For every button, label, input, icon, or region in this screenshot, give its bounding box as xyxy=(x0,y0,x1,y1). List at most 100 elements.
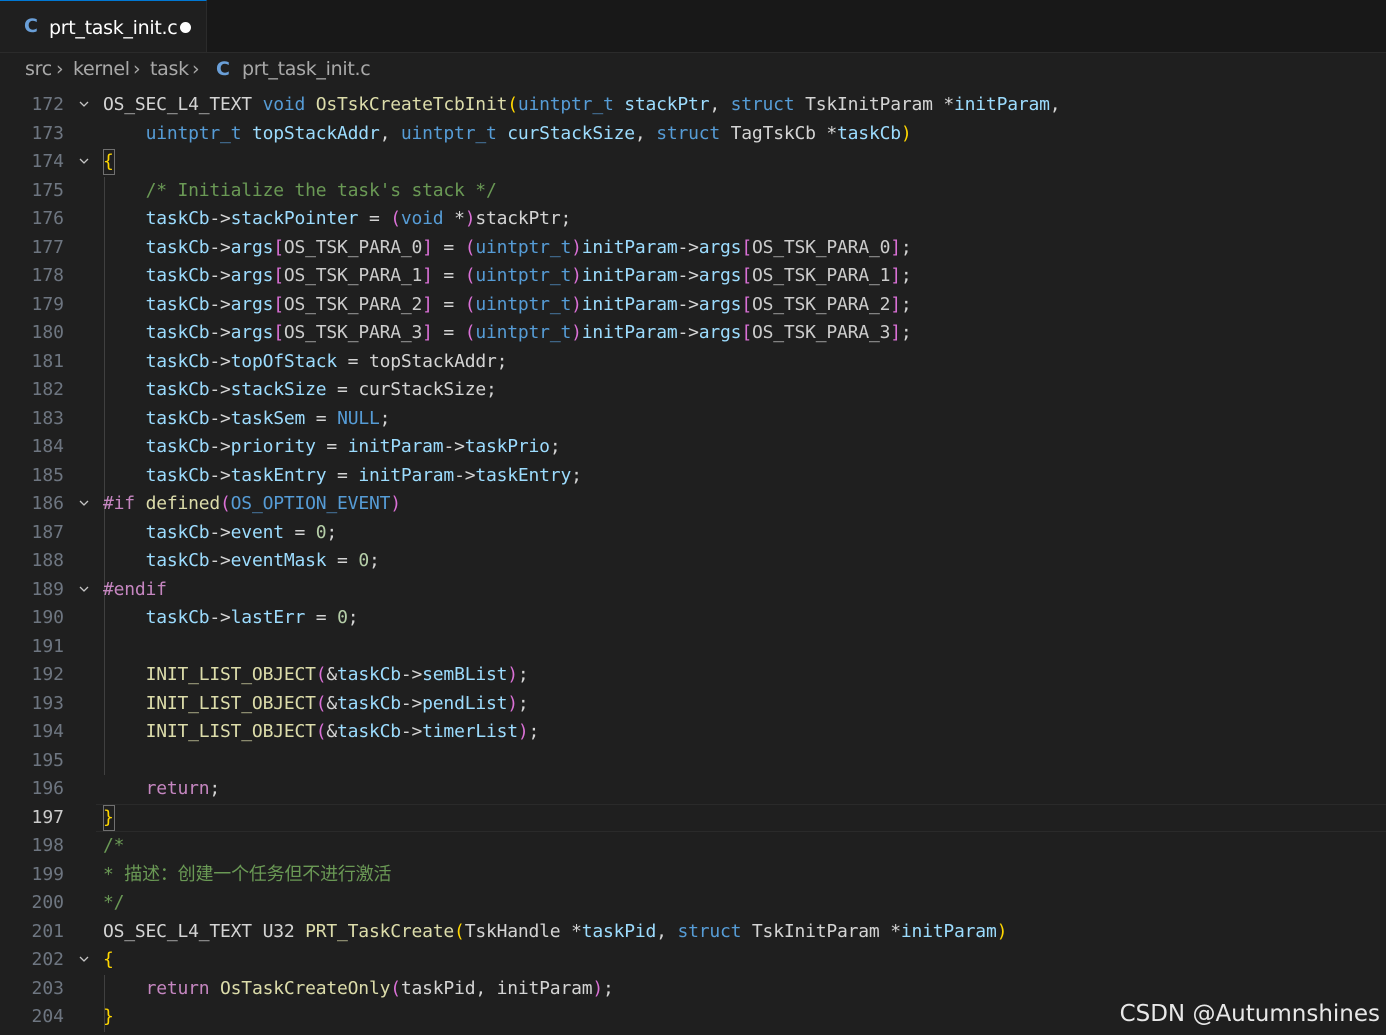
code-line[interactable]: 174{ xyxy=(0,148,1386,177)
code-line[interactable]: 190 taskCb->lastErr = 0; xyxy=(0,604,1386,633)
line-number: 204 xyxy=(31,1006,64,1027)
code-line[interactable]: 178 taskCb->args[OS_TSK_PARA_1] = (uintp… xyxy=(0,262,1386,291)
code-line[interactable]: 193 INIT_LIST_OBJECT(&taskCb->pendList); xyxy=(0,690,1386,719)
code-text: taskCb->args[OS_TSK_PARA_1] = (uintptr_t… xyxy=(145,265,912,286)
code-text: OS_SEC_L4_TEXT void OsTskCreateTcbInit(u… xyxy=(103,94,1061,115)
line-number: 195 xyxy=(31,749,64,771)
code-line[interactable]: 192 INIT_LIST_OBJECT(&taskCb->semBList); xyxy=(0,661,1386,690)
code-text: #endif xyxy=(103,578,167,600)
code-text: taskCb->lastErr = 0; xyxy=(145,607,359,628)
code-line[interactable]: 176 taskCb->stackPointer = (void *)stack… xyxy=(0,205,1386,234)
bracket-match-highlight xyxy=(103,804,115,831)
code-line[interactable]: 194 INIT_LIST_OBJECT(&taskCb->timerList)… xyxy=(0,718,1386,747)
breadcrumb-item-task[interactable]: task xyxy=(150,58,189,80)
line-number: 196 xyxy=(31,778,64,799)
code-line[interactable]: 198 /* xyxy=(0,832,1386,861)
code-line[interactable]: 188 taskCb->eventMask = 0; xyxy=(0,547,1386,576)
line-number: 189 xyxy=(31,578,64,600)
chevron-right-icon: › xyxy=(133,58,141,80)
tab-label: prt_task_init.c xyxy=(49,17,178,39)
breadcrumb-item-file[interactable]: prt_task_init.c xyxy=(242,58,371,80)
c-language-icon: C xyxy=(24,15,38,37)
line-number: 202 xyxy=(31,949,64,970)
code-line[interactable]: 173 uintptr_t topStackAddr, uintptr_t cu… xyxy=(0,120,1386,149)
code-text: INIT_LIST_OBJECT(&taskCb->pendList); xyxy=(145,692,529,714)
fold-chevron-down-icon[interactable] xyxy=(79,498,89,508)
code-line[interactable]: 203 return OsTaskCreateOnly(taskPid, ini… xyxy=(0,975,1386,1004)
c-language-icon: C xyxy=(216,58,230,80)
code-line[interactable]: 196 return; xyxy=(0,775,1386,804)
code-text: INIT_LIST_OBJECT(&taskCb->semBList); xyxy=(145,664,529,685)
code-editor[interactable]: 172 OS_SEC_L4_TEXT void OsTskCreateTcbIni… xyxy=(0,91,1386,1035)
breadcrumb-item-src[interactable]: src xyxy=(25,58,52,80)
line-number: 186 xyxy=(31,493,64,514)
line-number: 187 xyxy=(31,521,64,543)
line-number: 192 xyxy=(31,664,64,685)
breadcrumb-item-kernel[interactable]: kernel xyxy=(73,58,130,80)
fold-chevron-down-icon[interactable] xyxy=(79,954,89,964)
code-text: taskCb->event = 0; xyxy=(145,521,338,543)
code-line[interactable]: 182 taskCb->stackSize = curStackSize; xyxy=(0,376,1386,405)
code-line[interactable]: 200 */ xyxy=(0,889,1386,918)
code-text: /* Initialize the task's stack */ xyxy=(145,179,497,201)
code-line[interactable]: 191 xyxy=(0,633,1386,662)
line-number: 174 xyxy=(31,151,64,172)
code-text: taskCb->args[OS_TSK_PARA_3] = (uintptr_t… xyxy=(145,322,912,343)
line-number: 193 xyxy=(31,692,64,714)
line-number: 201 xyxy=(31,920,64,942)
code-line[interactable]: 183 taskCb->taskSem = NULL; xyxy=(0,405,1386,434)
line-number: 190 xyxy=(31,607,64,628)
code-line[interactable]: 177 taskCb->args[OS_TSK_PARA_0] = (uintp… xyxy=(0,234,1386,263)
code-line[interactable]: 187 taskCb->event = 0; xyxy=(0,519,1386,548)
fold-chevron-down-icon[interactable] xyxy=(79,584,89,594)
chevron-right-icon: › xyxy=(192,58,200,80)
line-number: 200 xyxy=(31,892,64,913)
code-line[interactable]: 202 { xyxy=(0,946,1386,975)
code-text: */ xyxy=(103,892,125,913)
line-number: 184 xyxy=(31,436,64,457)
line-number: 191 xyxy=(31,635,64,657)
code-line[interactable]: 181 taskCb->topOfStack = topStackAddr; xyxy=(0,348,1386,377)
code-text: { xyxy=(103,949,114,970)
fold-chevron-down-icon[interactable] xyxy=(79,156,89,166)
code-text: taskCb->stackSize = curStackSize; xyxy=(145,379,497,400)
code-text: taskCb->taskSem = NULL; xyxy=(145,407,391,429)
code-line[interactable]: 186 #if defined(OS_OPTION_EVENT) xyxy=(0,490,1386,519)
code-text: OS_SEC_L4_TEXT U32 PRT_TaskCreate(TskHan… xyxy=(103,920,1008,942)
line-number: 182 xyxy=(31,379,64,400)
current-line-highlight xyxy=(96,803,1386,832)
line-number: 197 xyxy=(31,806,64,828)
code-text: taskCb->args[OS_TSK_PARA_2] = (uintptr_t… xyxy=(145,293,912,315)
code-text: return; xyxy=(145,778,221,799)
chevron-right-icon: › xyxy=(56,58,64,80)
code-text: } xyxy=(103,1006,114,1027)
line-number: 180 xyxy=(31,322,64,343)
code-text: taskCb->taskEntry = initParam->taskEntry… xyxy=(145,464,582,486)
editor-tab[interactable]: C prt_task_init.c xyxy=(0,0,207,52)
code-text: INIT_LIST_OBJECT(&taskCb->timerList); xyxy=(145,721,540,742)
code-line[interactable]: 195 xyxy=(0,747,1386,776)
code-line[interactable]: 185 taskCb->taskEntry = initParam->taskE… xyxy=(0,462,1386,491)
line-number: 181 xyxy=(31,350,64,372)
line-number: 183 xyxy=(31,407,64,429)
line-number: 203 xyxy=(31,977,64,999)
code-text: taskCb->stackPointer = (void *)stackPtr; xyxy=(145,208,572,229)
line-number: 179 xyxy=(31,293,64,315)
code-line[interactable]: 184 taskCb->priority = initParam->taskPr… xyxy=(0,433,1386,462)
code-line[interactable]: 172 OS_SEC_L4_TEXT void OsTskCreateTcbIni… xyxy=(0,91,1386,120)
code-line[interactable]: 199 * 描述：创建一个任务但不进行激活 xyxy=(0,861,1386,890)
line-number: 178 xyxy=(31,265,64,286)
code-line[interactable]: 180 taskCb->args[OS_TSK_PARA_3] = (uintp… xyxy=(0,319,1386,348)
code-text: taskCb->eventMask = 0; xyxy=(145,550,380,571)
bracket-match-highlight xyxy=(103,149,115,175)
code-line[interactable]: 175 /* Initialize the task's stack */ xyxy=(0,177,1386,206)
fold-chevron-down-icon[interactable] xyxy=(79,99,89,109)
line-number: 194 xyxy=(31,721,64,742)
code-line[interactable]: 179 taskCb->args[OS_TSK_PARA_2] = (uintp… xyxy=(0,291,1386,320)
unsaved-dot-icon[interactable] xyxy=(180,22,191,33)
code-line[interactable]: 189 #endif xyxy=(0,576,1386,605)
code-line[interactable]: 201 OS_SEC_L4_TEXT U32 PRT_TaskCreate(Tsk… xyxy=(0,918,1386,947)
line-number: 172 xyxy=(31,94,64,115)
code-line[interactable]: 197} xyxy=(0,803,1386,832)
code-text: return OsTaskCreateOnly(taskPid, initPar… xyxy=(145,977,614,999)
